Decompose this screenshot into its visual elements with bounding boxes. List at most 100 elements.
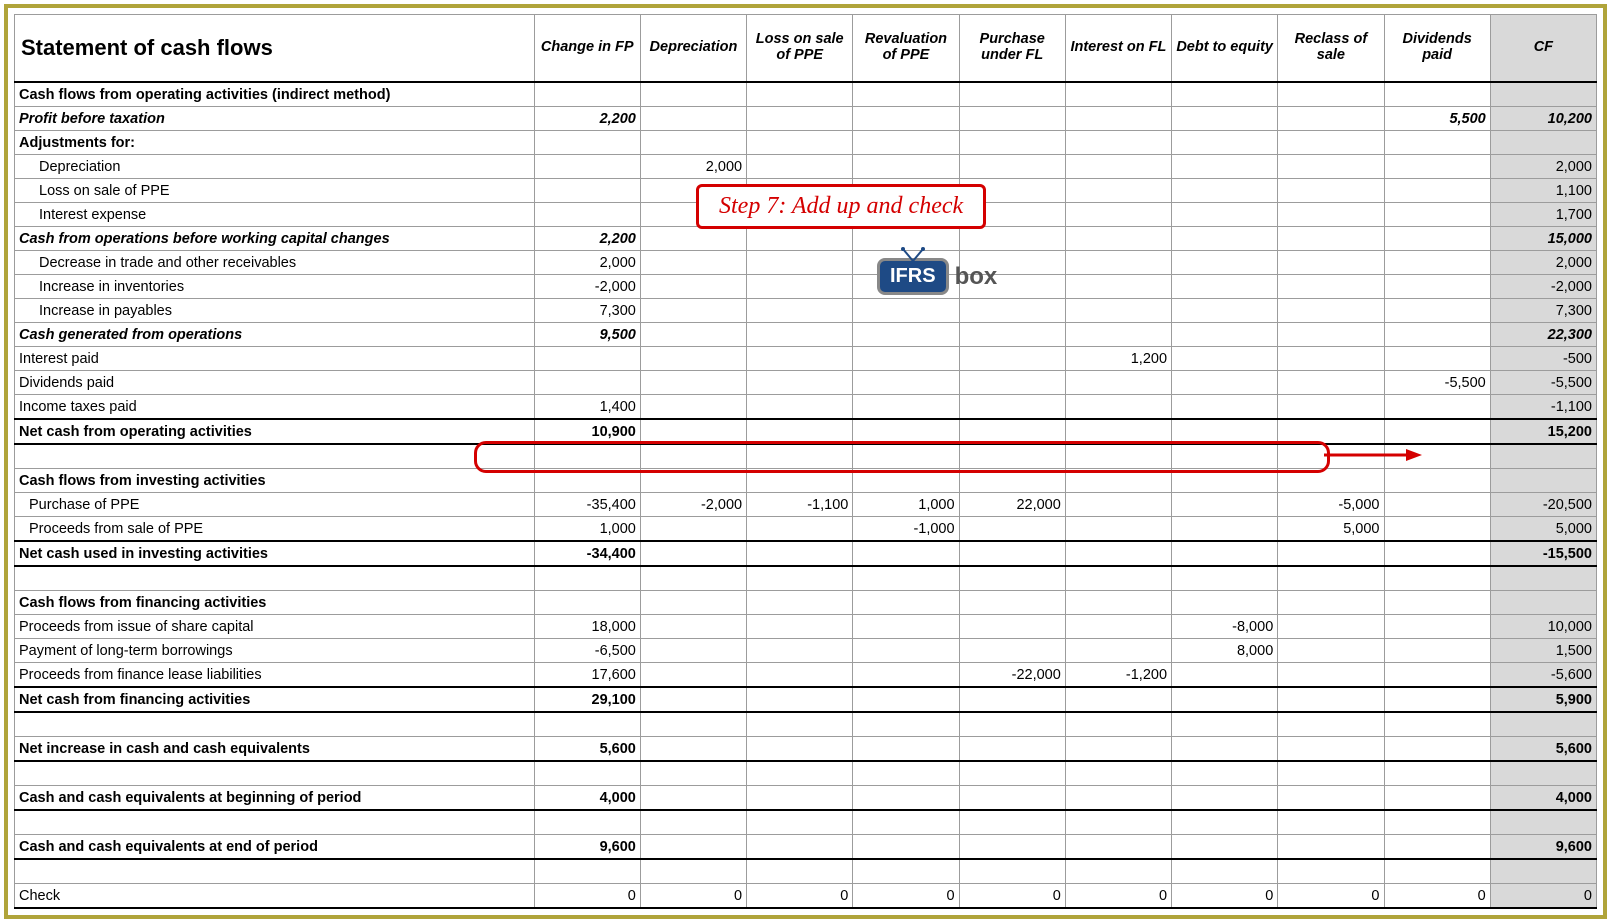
cell[interactable] (853, 107, 959, 131)
cell[interactable]: 10,900 (534, 419, 640, 444)
cell[interactable] (1065, 82, 1171, 107)
cell[interactable] (1172, 155, 1278, 179)
cell[interactable] (1384, 444, 1490, 469)
cell[interactable] (1384, 639, 1490, 663)
cell[interactable] (1278, 835, 1384, 860)
cell[interactable] (747, 786, 853, 811)
cell[interactable] (853, 566, 959, 591)
cell[interactable] (640, 469, 746, 493)
cell[interactable] (1172, 517, 1278, 542)
cell[interactable] (747, 541, 853, 566)
cell[interactable] (1490, 591, 1596, 615)
cell[interactable]: -1,100 (1490, 395, 1596, 420)
cell[interactable] (959, 419, 1065, 444)
cell[interactable] (959, 275, 1065, 299)
cell[interactable] (853, 203, 959, 227)
cell[interactable] (959, 203, 1065, 227)
cell[interactable] (959, 179, 1065, 203)
cell[interactable] (747, 227, 853, 251)
cell[interactable] (640, 275, 746, 299)
cell[interactable] (747, 835, 853, 860)
cell[interactable]: 5,600 (1490, 737, 1596, 762)
cell[interactable] (1172, 444, 1278, 469)
cell[interactable] (1065, 395, 1171, 420)
cell[interactable] (1278, 299, 1384, 323)
cell[interactable] (747, 419, 853, 444)
cell[interactable]: 7,300 (1490, 299, 1596, 323)
cell[interactable]: -2,000 (534, 275, 640, 299)
cell[interactable] (1278, 419, 1384, 444)
cell[interactable] (1172, 371, 1278, 395)
cell[interactable] (1278, 371, 1384, 395)
cell[interactable] (959, 566, 1065, 591)
cell[interactable] (1278, 712, 1384, 737)
cell[interactable] (853, 687, 959, 712)
cell[interactable] (853, 859, 959, 884)
cell[interactable]: 0 (853, 884, 959, 909)
cell[interactable] (1172, 663, 1278, 688)
cell[interactable] (1172, 835, 1278, 860)
cell[interactable] (853, 615, 959, 639)
cell[interactable] (853, 663, 959, 688)
cell[interactable] (853, 371, 959, 395)
cell[interactable] (534, 469, 640, 493)
cell[interactable] (1065, 227, 1171, 251)
cell[interactable] (853, 179, 959, 203)
cell[interactable] (1278, 107, 1384, 131)
cell[interactable] (853, 444, 959, 469)
cell[interactable] (853, 82, 959, 107)
cell[interactable]: 1,500 (1490, 639, 1596, 663)
cell[interactable] (1278, 275, 1384, 299)
cell[interactable] (1065, 541, 1171, 566)
cell[interactable] (1384, 810, 1490, 835)
cell[interactable] (1278, 444, 1384, 469)
cell[interactable] (1490, 712, 1596, 737)
cell[interactable] (747, 712, 853, 737)
cell[interactable] (747, 395, 853, 420)
cell[interactable] (640, 835, 746, 860)
cell[interactable] (1172, 107, 1278, 131)
cell[interactable] (959, 347, 1065, 371)
cell[interactable] (1065, 444, 1171, 469)
cell[interactable] (640, 639, 746, 663)
cell[interactable]: 2,000 (534, 251, 640, 275)
cell[interactable] (1278, 859, 1384, 884)
cell[interactable] (534, 566, 640, 591)
cell[interactable] (959, 395, 1065, 420)
cell[interactable] (1172, 737, 1278, 762)
cell[interactable] (747, 566, 853, 591)
cell[interactable] (1172, 541, 1278, 566)
cell[interactable] (747, 591, 853, 615)
cell[interactable] (959, 639, 1065, 663)
cell[interactable] (1065, 639, 1171, 663)
cell[interactable] (640, 591, 746, 615)
cell[interactable] (640, 347, 746, 371)
cell[interactable] (959, 371, 1065, 395)
cell[interactable] (1065, 155, 1171, 179)
cell[interactable] (1065, 299, 1171, 323)
cell[interactable] (640, 615, 746, 639)
cell[interactable] (959, 517, 1065, 542)
cell[interactable] (1065, 859, 1171, 884)
cell[interactable]: 5,000 (1490, 517, 1596, 542)
cell[interactable] (853, 419, 959, 444)
cell[interactable] (747, 275, 853, 299)
cell[interactable] (640, 566, 746, 591)
cell[interactable] (534, 347, 640, 371)
cell[interactable] (1172, 786, 1278, 811)
cell[interactable] (1384, 835, 1490, 860)
cell[interactable]: 2,000 (640, 155, 746, 179)
cell[interactable] (1490, 810, 1596, 835)
cell[interactable] (959, 737, 1065, 762)
cell[interactable] (534, 203, 640, 227)
cell[interactable] (534, 371, 640, 395)
cell[interactable] (1065, 203, 1171, 227)
cell[interactable] (959, 687, 1065, 712)
cell[interactable] (1490, 131, 1596, 155)
cell[interactable] (1384, 859, 1490, 884)
cell[interactable]: 8,000 (1172, 639, 1278, 663)
cell[interactable] (1384, 737, 1490, 762)
cell[interactable] (1172, 203, 1278, 227)
cell[interactable] (959, 810, 1065, 835)
cell[interactable]: -6,500 (534, 639, 640, 663)
